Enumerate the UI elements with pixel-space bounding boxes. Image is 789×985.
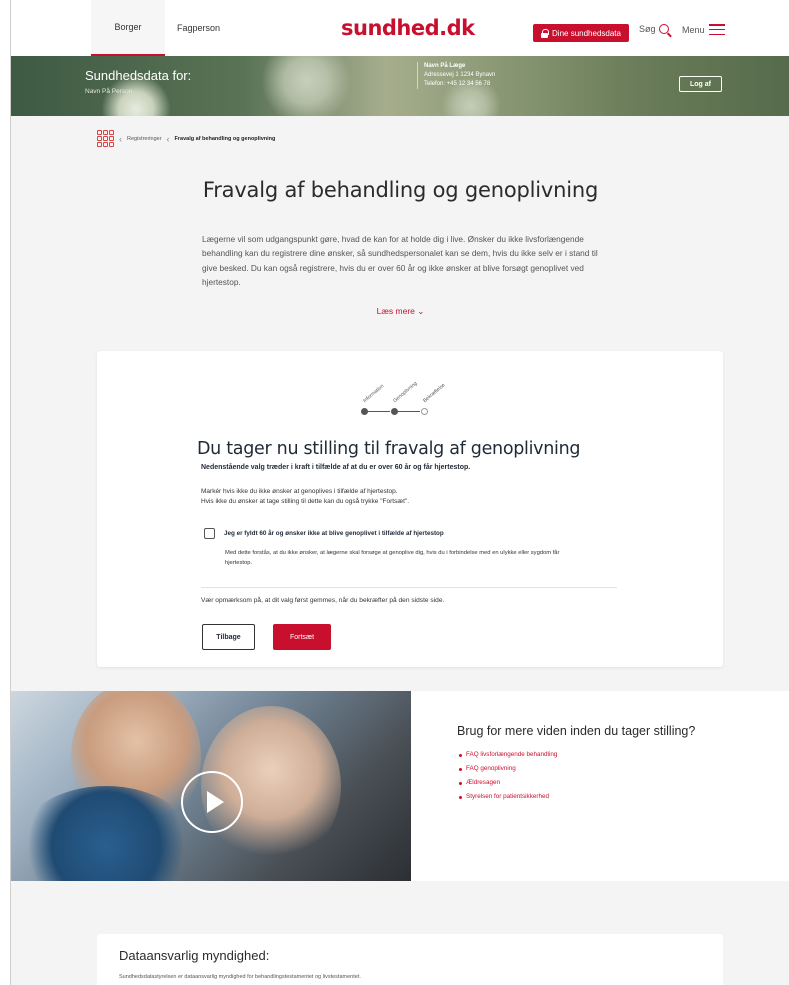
play-icon[interactable] bbox=[181, 771, 243, 833]
back-button[interactable]: Tilbage bbox=[202, 624, 255, 650]
lock-icon bbox=[541, 29, 550, 38]
continue-button[interactable]: Fortsæt bbox=[273, 624, 331, 650]
step-3-dot bbox=[421, 408, 428, 415]
breadcrumb-item-current: Fravalg af behandling og genoplivning bbox=[174, 135, 276, 142]
divider bbox=[201, 587, 617, 588]
step-1-dot bbox=[361, 408, 368, 415]
app-grid-icon[interactable] bbox=[97, 130, 114, 147]
step-2-label: Genoplivning bbox=[392, 380, 419, 404]
chevron-left-icon: ‹ bbox=[166, 133, 170, 144]
step-2-dot bbox=[391, 408, 398, 415]
doctor-info: Navn På Læge Adressevej 1 1234 Bynavn Te… bbox=[417, 62, 495, 89]
data-controller-title: Dataansvarlig myndighed: bbox=[119, 948, 270, 963]
tab-fagperson[interactable]: Fagperson bbox=[177, 0, 220, 56]
health-data-button[interactable]: Dine sundhedsdata bbox=[533, 24, 629, 42]
logout-button[interactable]: Log af bbox=[679, 76, 722, 92]
form-instructions: Markér hvis ikke du ikke ønsker at genop… bbox=[201, 487, 531, 507]
search-label: Søg bbox=[639, 24, 656, 34]
top-navigation: Borger Fagperson sundhed.dk Dine sundhed… bbox=[11, 0, 789, 56]
tab-fagperson-label: Fagperson bbox=[177, 23, 221, 33]
profile-banner: Sundhedsdata for: Navn På Person Navn På… bbox=[11, 56, 789, 116]
page-title: Fravalg af behandling og genoplivning bbox=[202, 178, 599, 202]
info-title: Brug for mere viden inden du tager still… bbox=[457, 724, 696, 738]
banner-title: Sundhedsdata for: bbox=[85, 68, 192, 83]
chevron-down-icon: ⌄ bbox=[417, 306, 425, 316]
info-links: FAQ livsforlængende behandling FAQ genop… bbox=[457, 748, 557, 804]
doctor-name: Navn På Læge bbox=[424, 63, 466, 69]
link-styrelsen-patientsikkerhed[interactable]: Styrelsen for patientsikkerhed bbox=[457, 790, 557, 804]
checkbox-label[interactable]: Jeg er fyldt 60 år og ønsker ikke at bli… bbox=[224, 530, 444, 537]
progress-stepper: Information Genoplivning Bekræftelse bbox=[360, 379, 460, 419]
video-thumbnail[interactable] bbox=[11, 691, 411, 881]
read-more-label: Læs mere bbox=[376, 306, 415, 316]
link-faq-livsforlaengende[interactable]: FAQ livsforlængende behandling bbox=[457, 748, 557, 762]
form-subheading: Nedenstående valg træder i kraft i tilfæ… bbox=[201, 464, 471, 471]
brand-logo[interactable]: sundhed.dk bbox=[341, 16, 475, 40]
info-section: Brug for mere viden inden du tager still… bbox=[11, 691, 789, 881]
search-icon bbox=[658, 24, 669, 34]
resuscitation-checkbox[interactable] bbox=[204, 528, 215, 539]
save-note: Vær opmærksom på, at dit valg først gemm… bbox=[201, 597, 445, 604]
breadcrumb-item-registreringer[interactable]: Registreringer bbox=[127, 136, 162, 142]
read-more-link[interactable]: Læs mere ⌄ bbox=[11, 306, 789, 317]
resuscitation-opt-out-option[interactable]: Jeg er fyldt 60 år og ønsker ikke at bli… bbox=[204, 528, 444, 539]
doctor-phone: Telefon: +45 12 34 56 78 bbox=[424, 81, 491, 87]
breadcrumb: ‹ Registreringer ‹ Fravalg af behandling… bbox=[97, 130, 275, 147]
step-1-label: Information bbox=[362, 383, 386, 404]
form-heading: Du tager nu stilling til fravalg af geno… bbox=[197, 439, 581, 459]
chevron-left-icon: ‹ bbox=[119, 133, 122, 144]
data-controller-text: Sundhedsdatastyrelsen er dataansvarlig m… bbox=[119, 974, 361, 980]
link-faq-genoplivning[interactable]: FAQ genoplivning bbox=[457, 762, 557, 776]
checkbox-description: Med dette forstås, at du ikke ønsker, at… bbox=[225, 550, 560, 566]
menu-button[interactable]: Menu bbox=[682, 24, 725, 35]
tab-borger[interactable]: Borger bbox=[91, 0, 165, 56]
hamburger-icon bbox=[708, 24, 725, 35]
page-frame: Borger Fagperson sundhed.dk Dine sundhed… bbox=[10, 0, 789, 985]
instruction-line: Markér hvis ikke du ikke ønsker at genop… bbox=[201, 488, 398, 495]
instruction-line: Hvis ikke du ønsker at tage stilling til… bbox=[201, 498, 410, 505]
data-controller-card: Dataansvarlig myndighed: Sundhedsdatasty… bbox=[97, 934, 723, 985]
search-button[interactable]: Søg bbox=[639, 24, 669, 34]
step-3-label: Bekræftelse bbox=[422, 382, 447, 404]
person-name: Navn På Person bbox=[85, 88, 133, 95]
form-card: Information Genoplivning Bekræftelse Du … bbox=[97, 351, 723, 667]
intro-text: Lægerne vil som udgangspunkt gøre, hvad … bbox=[202, 234, 598, 288]
banner-flower-image bbox=[261, 56, 351, 116]
tab-borger-label: Borger bbox=[114, 22, 142, 32]
link-aeldresagen[interactable]: Ældresagen bbox=[457, 776, 557, 790]
doctor-address: Adressevej 1 1234 Bynavn bbox=[424, 72, 496, 78]
health-data-label: Dine sundhedsdata bbox=[552, 28, 621, 38]
menu-label: Menu bbox=[682, 24, 705, 35]
